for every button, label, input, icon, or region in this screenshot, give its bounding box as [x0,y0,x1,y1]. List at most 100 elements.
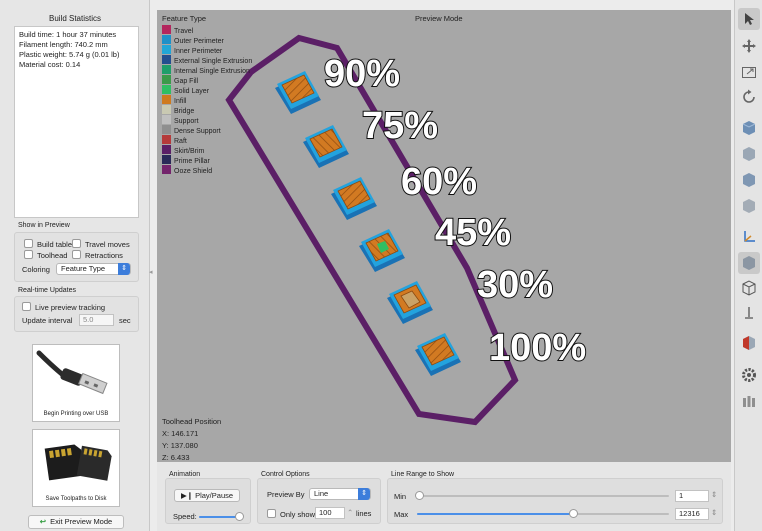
legend-swatch [162,165,171,174]
chevron-updown-icon: ⇕ [118,263,130,275]
live-preview-checkbox[interactable]: Live preview tracking [22,302,105,312]
legend-label: Raft [174,138,187,145]
min-input[interactable]: 1 [675,490,709,502]
legend-swatch [162,155,171,164]
axes-icon[interactable] [738,226,760,248]
legend-item: Prime Pillar [162,155,252,165]
legend-label: Dense Support [174,128,221,135]
speed-slider-knob[interactable] [235,512,244,521]
legend-label: Travel [174,28,194,35]
part-90 [275,71,321,114]
columns-icon[interactable] [738,390,760,412]
coloring-select[interactable]: Feature Type ⇕ [56,263,131,275]
right-toolbar [734,0,762,531]
line-range-pane [387,478,723,524]
line-range-title: Line Range to Show [391,471,455,478]
preview-by-value: Line [314,489,329,498]
part-45 [359,229,405,272]
max-slider-knob[interactable] [569,509,578,518]
coloring-value: Feature Type [61,264,106,273]
play-pause-button[interactable]: ▶❙ Play/Pause [174,489,240,502]
scale-icon[interactable] [738,61,760,83]
legend-swatch [162,135,171,144]
update-interval-value: 5.0 [83,315,94,324]
checkbox-icon [72,250,81,259]
view-side-icon[interactable] [738,195,760,217]
min-slider-track[interactable] [417,495,669,497]
chevron-updown-icon: ⇕ [358,488,370,500]
legend-label: Support [174,118,199,125]
preview-by-select[interactable]: Line ⇕ [309,488,371,500]
rotate-icon[interactable] [738,86,760,108]
legend-label: Prime Pillar [174,158,210,165]
exit-preview-button[interactable]: ↩ Exit Preview Mode [28,515,124,529]
travel-moves-checkbox[interactable]: Travel moves [72,239,130,249]
toolhead-label: Toolhead [37,251,68,260]
begin-printing-usb-button[interactable]: Begin Printing over USB [32,344,120,422]
checkbox-icon [24,250,33,259]
toolhead-checkbox[interactable]: Toolhead [24,250,67,260]
legend-swatch [162,45,171,54]
min-stepper-icon[interactable]: ⇕ [711,490,717,499]
part-75 [303,125,349,168]
legend-swatch [162,25,171,34]
infill-label-100: 100% [489,327,586,369]
settings-icon[interactable] [738,364,760,386]
legend-item: Skirt/Brim [162,145,252,155]
only-show-input[interactable]: 100 [315,507,345,519]
only-show-stepper-icon[interactable]: ⌃ [347,508,353,517]
sd-button-caption: Save Toolpaths to Disk [45,496,107,502]
legend-item: Raft [162,135,252,145]
legend-swatch [162,65,171,74]
exit-preview-label: Exit Preview Mode [50,517,113,526]
view-top-icon[interactable] [738,169,760,191]
legend-label: Gap Fill [174,78,199,85]
max-stepper-icon[interactable]: ⇕ [711,508,717,517]
legend-item: Internal Single Extrusion [162,65,252,75]
usb-button-caption: Begin Printing over USB [43,411,109,417]
play-pause-label: Play/Pause [195,491,234,500]
show-in-preview-title: Show in Preview [18,222,70,229]
stat-plastic-weight: Plastic weight: 5.74 g (0.01 lb) [19,50,120,59]
checkbox-icon [24,239,33,248]
infill-label-45: 45% [435,212,511,254]
infill-label-60: 60% [401,161,477,203]
min-slider-knob[interactable] [415,491,424,500]
max-label: Max [394,510,409,519]
update-interval-input[interactable]: 5.0 [79,314,114,326]
retractions-checkbox[interactable]: Retractions [72,250,123,260]
sd-card-icon [44,444,112,481]
coloring-label: Coloring [22,265,50,274]
wireframe-icon[interactable] [738,277,760,299]
max-value: 12316 [679,509,700,518]
legend-swatch [162,55,171,64]
legend-swatch [162,125,171,134]
cursor-icon[interactable] [738,8,760,30]
preview-by-label: Preview By [267,490,305,499]
view-iso-icon[interactable] [738,117,760,139]
legend-label: Ooze Shield [174,168,213,175]
max-input[interactable]: 12316 [675,508,709,520]
toolhead-title: Toolhead Position [162,417,222,426]
retractions-label: Retractions [85,251,123,260]
section-icon[interactable] [738,332,760,354]
build-table-checkbox[interactable]: Build table [24,239,72,249]
speed-slider-fill [199,516,239,518]
solid-view-icon[interactable] [738,252,760,274]
infill-label-90: 90% [324,53,400,95]
preview-viewport[interactable]: 90% 75% 60% 45% 30% 100% Preview Mode Fe… [157,10,731,462]
axis-z-icon[interactable] [738,302,760,324]
play-pause-icon: ▶❙ [180,491,196,500]
view-front-icon[interactable] [738,143,760,165]
legend-item: Ooze Shield [162,165,252,175]
left-sidebar: Build Statistics Build time: 1 hour 37 m… [0,0,150,531]
legend-title: Feature Type [162,14,207,23]
usb-cable-icon [36,350,108,395]
only-show-checkbox[interactable]: Only show [267,509,315,519]
legend-item: Gap Fill [162,75,252,85]
move-icon[interactable] [738,35,760,57]
legend-label: Skirt/Brim [174,148,205,155]
checkbox-icon [267,509,276,518]
splitter-handle[interactable]: ◂ [149,268,153,276]
save-toolpaths-button[interactable]: Save Toolpaths to Disk [32,429,120,507]
